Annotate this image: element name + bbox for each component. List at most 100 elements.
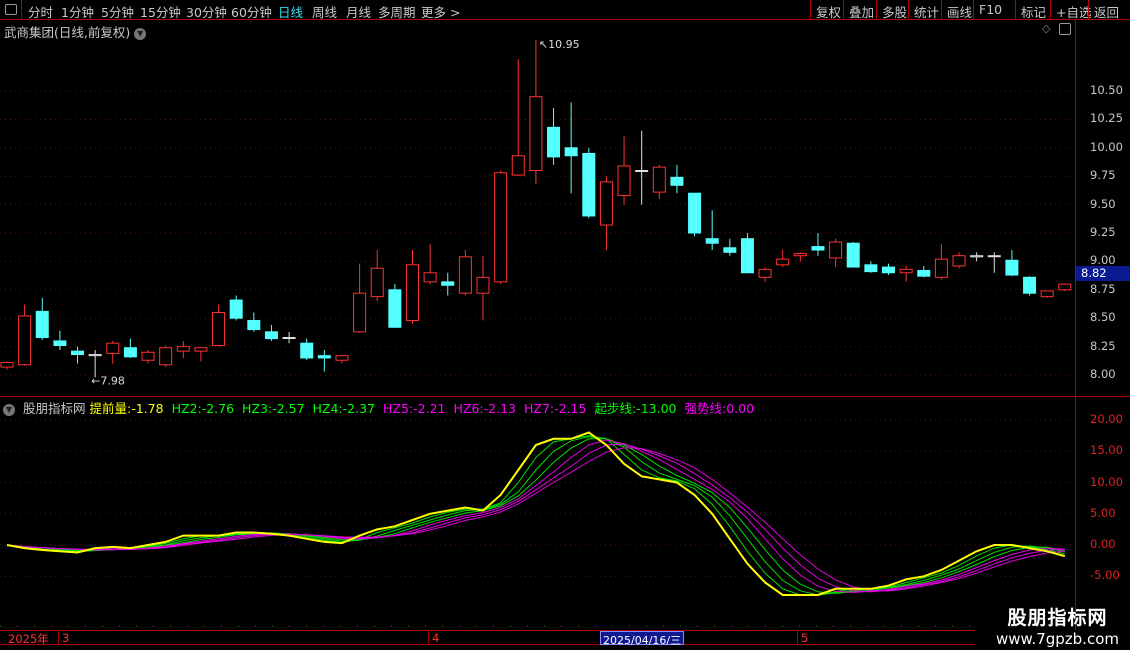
chart-canvas[interactable]: ↖10.95 ←7.98 [0, 0, 1130, 650]
candle-body [35, 310, 49, 339]
candle-body [353, 292, 367, 333]
month-label: 5 [801, 631, 809, 645]
candle-body [370, 267, 384, 298]
candle-body [106, 342, 120, 354]
watermark-url: www.7gpzb.com [996, 630, 1119, 648]
candle-body [635, 170, 649, 173]
candle-body [88, 354, 102, 357]
candle-body [952, 255, 966, 267]
legend-label: HZ4: [312, 401, 343, 416]
candle-body [0, 362, 14, 368]
price-tick: 8.75 [1090, 281, 1116, 296]
candle-body [582, 152, 596, 217]
candle-body [511, 155, 525, 176]
low-label: ←7.98 [91, 374, 125, 387]
candle-body [159, 347, 173, 366]
legend-item: HZ5:-2.21 [383, 401, 449, 416]
candle-body [405, 264, 419, 321]
candle-body [829, 241, 843, 259]
candle-body [441, 281, 455, 286]
legend-label: 提前量: [89, 401, 132, 416]
hz2-line [6, 435, 1065, 596]
candle-body [423, 272, 437, 283]
price-tick: 9.25 [1090, 225, 1116, 239]
candle-body [53, 340, 67, 346]
candle-body [176, 346, 190, 352]
legend-item: 起步线:-13.00 [594, 401, 680, 416]
candle-body [846, 242, 860, 268]
legend-value: -2.13 [483, 401, 516, 416]
date-axis: 2025年 3 4 5 2025/04/16/三 [0, 630, 975, 647]
candle-body [599, 181, 613, 226]
candle-body [317, 355, 331, 359]
indicator-tick: 15.00 [1090, 443, 1123, 458]
watermark-title: 股朋指标网 [1007, 607, 1108, 629]
selected-date: 2025/04/16/三 [600, 631, 685, 647]
legend-label: 强势线: [684, 401, 727, 416]
candle-body [705, 238, 719, 244]
legend-item: 提前量:-1.78 [90, 401, 168, 416]
indicator-tick: 20.00 [1090, 412, 1123, 426]
price-tick: 8.50 [1090, 310, 1116, 325]
candle-body [141, 351, 155, 361]
candle-body [1040, 290, 1054, 298]
price-tick: 8.25 [1090, 338, 1116, 353]
indicator-tick: 5.00 [1090, 505, 1116, 520]
candle-body [934, 258, 948, 278]
candle-body [494, 172, 508, 283]
candle-body [212, 312, 226, 346]
month-label: 3 [62, 631, 70, 645]
candle-body [864, 264, 878, 273]
candle-body [811, 246, 825, 251]
price-tick: 9.75 [1090, 168, 1116, 183]
legend-label: HZ2: [171, 401, 202, 416]
candle-body [529, 96, 543, 172]
candle-body [194, 347, 208, 352]
candle-body [247, 319, 261, 331]
candle-body [793, 252, 807, 257]
hz5-line [6, 439, 1065, 594]
candle-body [740, 238, 754, 274]
candle-body [335, 355, 349, 361]
legend-item: HZ3:-2.57 [242, 401, 308, 416]
candle-body [547, 126, 561, 158]
indicator-tick: 10.00 [1090, 474, 1123, 489]
candle-body [970, 255, 984, 258]
candle-body [882, 266, 895, 274]
indicator-legend: ▼ 股朋指标网 提前量:-1.78 HZ2:-2.76 HZ3:-2.57 HZ4:-2… [3, 398, 762, 417]
candle-body [282, 337, 296, 340]
legend-label: HZ7: [523, 401, 555, 416]
hz4-line [6, 438, 1065, 594]
legend-value: -2.37 [342, 401, 376, 416]
candle-body [388, 289, 402, 328]
axis-divider [1075, 20, 1076, 630]
panel-divider[interactable] [0, 396, 1130, 397]
candle-body [688, 192, 702, 234]
legend-value: -2.15 [554, 401, 587, 416]
candle-body [1005, 259, 1019, 276]
candle-body [18, 315, 32, 366]
high-label: ↖10.95 [539, 38, 580, 51]
price-tick: 8.00 [1090, 367, 1116, 381]
candle-body [71, 350, 85, 356]
candle-body [987, 255, 1001, 258]
legend-item: 强势线:0.00 [684, 401, 758, 416]
indicator-tick: 0.00 [1090, 537, 1116, 551]
legend-item: HZ6:-2.13 [454, 401, 520, 416]
candle-body [229, 299, 243, 319]
legend-value: -2.76 [201, 401, 235, 416]
candle-body [476, 276, 490, 294]
candle-body [564, 147, 578, 157]
current-price-label: 8.82 [1076, 266, 1130, 281]
candle-body [670, 176, 684, 186]
legend-value: -2.57 [272, 401, 305, 416]
legend-item: HZ2:-2.76 [172, 401, 238, 416]
candle-body [899, 268, 913, 274]
chevron-down-icon[interactable]: ▼ [3, 403, 15, 416]
legend-value: -2.21 [413, 401, 446, 416]
candle-body [723, 247, 737, 253]
candle-body [776, 258, 790, 266]
candle-body [758, 268, 772, 278]
candle-body [300, 342, 314, 359]
legend-label: HZ3: [242, 401, 273, 416]
